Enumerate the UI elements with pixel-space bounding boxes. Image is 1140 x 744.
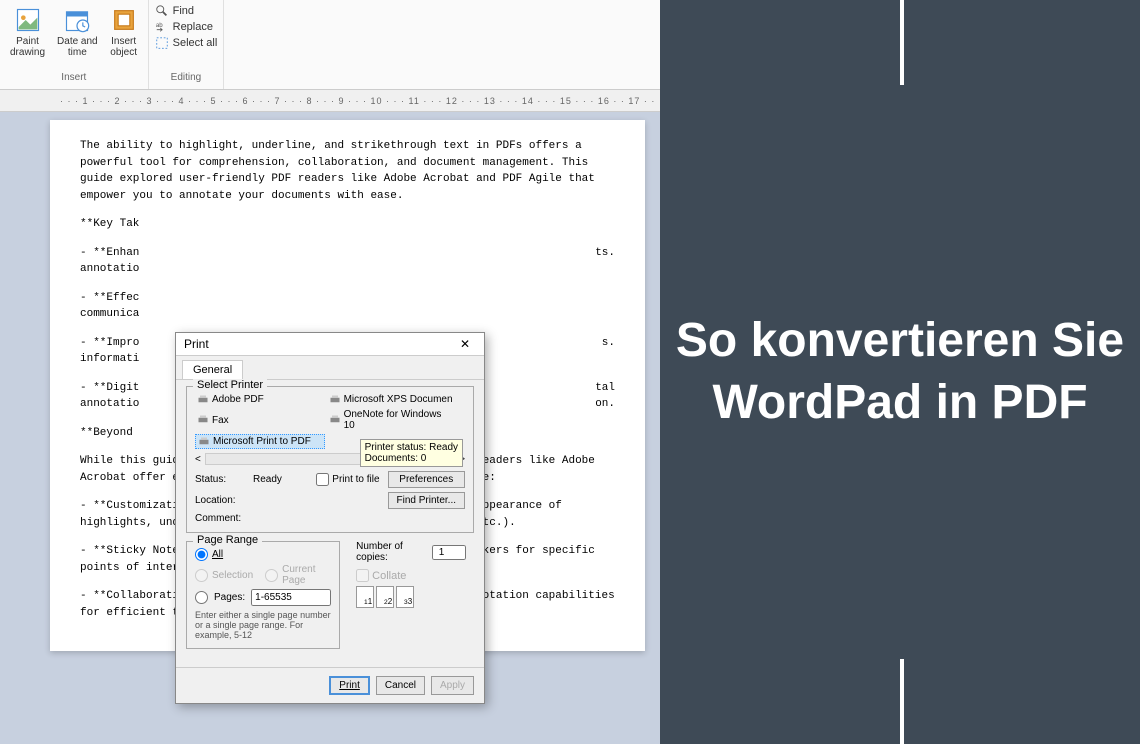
printer-icon (329, 415, 341, 425)
close-icon[interactable]: ✕ (454, 337, 476, 351)
printer-icon (197, 395, 209, 405)
preferences-button[interactable]: Preferences (388, 471, 465, 488)
printer-icon (329, 395, 341, 405)
svg-text:ab: ab (156, 22, 163, 29)
ruler: · · · 1 · · · 2 · · · 3 · · · 4 · · · 5 … (0, 90, 660, 112)
ribbon-group-label: Editing (171, 70, 202, 85)
object-icon (110, 6, 138, 34)
dialog-titlebar[interactable]: Print ✕ (176, 333, 484, 356)
print-to-file-checkbox[interactable]: Print to file (316, 473, 379, 486)
pages-input[interactable] (251, 589, 331, 606)
date-time-button[interactable]: Date and time (53, 4, 102, 60)
apply-button[interactable]: Apply (431, 676, 474, 695)
find-icon (155, 4, 169, 18)
printer-item-adobe[interactable]: Adobe PDF (195, 393, 325, 406)
ribbon-group-label: Insert (61, 70, 86, 85)
ribbon-group-insert: Paint drawing Date and time Insert objec… (0, 0, 149, 89)
replace-button[interactable]: ab Replace (155, 20, 218, 34)
printer-item-ms-print[interactable]: Microsoft Print to PDF (195, 434, 325, 449)
decorative-line (900, 0, 904, 85)
page-range-group: Page Range All Selection Current Page Pa… (186, 541, 340, 649)
replace-icon: ab (155, 20, 169, 34)
printer-tooltip: Printer status: Ready Documents: 0 (360, 439, 463, 467)
printer-item-onenote[interactable]: OneNote for Windows 10 (327, 408, 457, 432)
collate-preview: 11 22 33 (356, 586, 466, 608)
radio-all[interactable]: All (195, 548, 331, 561)
print-button[interactable]: Print (329, 676, 370, 695)
print-dialog: Print ✕ General Select Printer Adobe PDF… (175, 332, 485, 704)
scroll-left-icon[interactable]: < (195, 454, 201, 465)
calendar-icon (63, 6, 91, 34)
copies-input[interactable] (432, 545, 466, 560)
ribbon: Paint drawing Date and time Insert objec… (0, 0, 660, 90)
paint-drawing-button[interactable]: Paint drawing (6, 4, 49, 60)
dialog-title: Print (184, 337, 209, 351)
paragraph: - **Enhan annotatiots. (80, 245, 615, 278)
banner-panel: So konvertieren Sie WordPad in PDF (660, 0, 1140, 744)
printer-item-fax[interactable]: Fax (195, 408, 325, 432)
printer-item-xps[interactable]: Microsoft XPS Documen (327, 393, 457, 406)
ribbon-group-editing: Find ab Replace Select all Editing (149, 0, 225, 89)
printer-icon (197, 415, 209, 425)
copies-group: Number of copies: Collate 11 22 33 (348, 541, 474, 649)
paragraph: **Key Tak (80, 216, 615, 233)
paragraph: - **Effec communica (80, 290, 615, 323)
decorative-line (900, 659, 904, 744)
printer-icon (198, 437, 210, 447)
radio-selection[interactable]: Selection (195, 564, 253, 586)
banner-title: So konvertieren Sie WordPad in PDF (660, 310, 1140, 435)
insert-object-button[interactable]: Insert object (106, 4, 142, 60)
tab-general[interactable]: General (182, 360, 243, 379)
collate-checkbox[interactable]: Collate (356, 569, 466, 582)
select-all-button[interactable]: Select all (155, 36, 218, 50)
wordpad-window: Paint drawing Date and time Insert objec… (0, 0, 660, 744)
cancel-button[interactable]: Cancel (376, 676, 425, 695)
select-all-icon (155, 36, 169, 50)
document-area: The ability to highlight, underline, and… (0, 112, 660, 744)
find-button[interactable]: Find (155, 4, 218, 18)
select-printer-group: Select Printer Adobe PDF Microsoft XPS D… (186, 386, 474, 533)
find-printer-button[interactable]: Find Printer... (388, 492, 465, 509)
paint-icon (14, 6, 42, 34)
radio-pages[interactable]: Pages: (195, 589, 331, 606)
radio-current-page[interactable]: Current Page (265, 564, 331, 586)
paragraph: The ability to highlight, underline, and… (80, 138, 615, 204)
